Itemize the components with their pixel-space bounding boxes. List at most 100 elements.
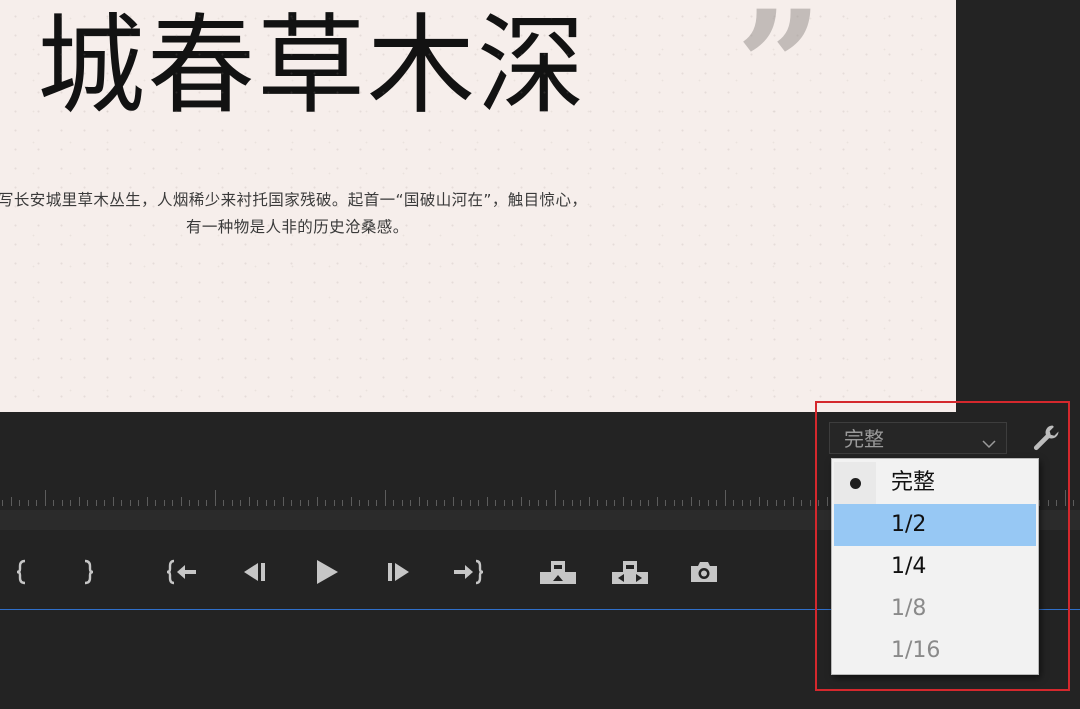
ruler-tick xyxy=(1047,500,1049,506)
resolution-option-label: 1/4 xyxy=(891,554,927,579)
ruler-tick xyxy=(452,497,454,506)
ruler-tick xyxy=(308,500,309,506)
ruler-tick xyxy=(172,500,173,506)
ruler-tick xyxy=(367,500,369,506)
resolution-dropdown-menu: 完整 1/2 1/4 1/8 1/16 xyxy=(831,458,1039,675)
ruler-tick xyxy=(520,497,522,506)
ruler-tick xyxy=(401,500,403,506)
ruler-tick xyxy=(537,500,539,506)
ruler-tick xyxy=(333,500,335,506)
ruler-tick xyxy=(19,500,20,506)
ruler-tick xyxy=(750,500,751,506)
ruler-tick xyxy=(231,500,233,506)
program-monitor-panel: 城春草木深 ” 写长安城里草木丛生，人烟稀少来衬托国家残破。起首一“国破山河在”… xyxy=(0,0,1080,709)
export-frame-button[interactable] xyxy=(684,548,724,596)
ruler-tick xyxy=(435,500,437,506)
ruler-tick xyxy=(656,497,658,506)
ruler-tick xyxy=(818,500,819,506)
ruler-tick xyxy=(359,500,360,506)
ruler-tick xyxy=(95,500,97,506)
ruler-tick xyxy=(588,497,590,506)
lift-button[interactable] xyxy=(536,548,580,596)
wrench-icon[interactable] xyxy=(1030,422,1064,454)
go-to-in-icon xyxy=(165,559,199,585)
ruler-tick xyxy=(724,490,726,506)
play-button[interactable] xyxy=(308,548,344,596)
ruler-tick xyxy=(444,500,445,506)
mark-in-button[interactable] xyxy=(8,548,36,596)
ruler-tick xyxy=(155,500,156,506)
ruler-tick xyxy=(163,500,165,506)
ruler-tick xyxy=(112,497,114,506)
ruler-tick xyxy=(571,500,573,506)
ruler-tick xyxy=(78,497,80,506)
ruler-tick xyxy=(223,500,224,506)
ruler-tick xyxy=(690,497,692,506)
resolution-option-eighth: 1/8 xyxy=(834,588,1036,630)
poem-caption-line-2: 有一种物是人非的历史沧桑感。 xyxy=(186,218,409,236)
ruler-tick xyxy=(418,497,420,506)
ruler-tick xyxy=(197,500,199,506)
resolution-option-half[interactable]: 1/2 xyxy=(834,504,1036,546)
resolution-option-label: 1/8 xyxy=(891,596,927,621)
go-to-in-button[interactable] xyxy=(162,548,202,596)
ruler-tick xyxy=(1073,500,1074,506)
ruler-tick xyxy=(10,497,12,506)
ruler-tick xyxy=(282,497,284,506)
ruler-tick xyxy=(61,500,63,506)
ruler-tick xyxy=(248,497,250,506)
ruler-tick xyxy=(486,497,488,506)
ruler-tick xyxy=(138,500,139,506)
resolution-option-label: 1/2 xyxy=(891,512,927,537)
ruler-tick xyxy=(605,500,607,506)
ruler-tick xyxy=(461,500,462,506)
ruler-tick xyxy=(529,500,530,506)
chevron-down-icon xyxy=(982,434,996,453)
go-to-out-icon xyxy=(451,559,485,585)
ruler-tick xyxy=(274,500,275,506)
go-to-out-button[interactable] xyxy=(448,548,488,596)
ruler-tick xyxy=(214,490,216,506)
ruler-tick xyxy=(36,500,37,506)
ruler-tick xyxy=(316,497,318,506)
playback-resolution-select[interactable]: 完整 xyxy=(829,422,1007,454)
ruler-tick xyxy=(189,500,190,506)
mark-out-button[interactable] xyxy=(74,548,102,596)
ruler-tick xyxy=(809,500,811,506)
ruler-tick xyxy=(121,500,122,506)
ruler-tick xyxy=(563,500,564,506)
resolution-option-full[interactable]: 完整 xyxy=(834,462,1036,504)
step-forward-icon xyxy=(385,561,413,583)
extract-icon xyxy=(610,558,650,586)
ruler-tick xyxy=(639,500,641,506)
video-title-text: 城春草木深 xyxy=(37,4,588,129)
resolution-option-quarter[interactable]: 1/4 xyxy=(834,546,1036,588)
ruler-tick xyxy=(469,500,471,506)
ruler-tick xyxy=(673,500,675,506)
ruler-tick xyxy=(478,500,479,506)
ruler-tick xyxy=(299,500,301,506)
ruler-tick xyxy=(1039,500,1040,506)
ruler-tick xyxy=(53,500,54,506)
ruler-tick xyxy=(1064,490,1066,506)
step-forward-button[interactable] xyxy=(381,548,417,596)
ruler-tick xyxy=(410,500,411,506)
mark-in-icon xyxy=(15,559,29,585)
ruler-tick xyxy=(2,500,3,506)
play-icon xyxy=(312,558,340,586)
ruler-tick xyxy=(733,500,734,506)
resolution-option-label: 1/16 xyxy=(891,638,941,663)
selected-bullet-icon xyxy=(850,478,861,489)
ruler-tick xyxy=(376,500,377,506)
ruler-tick xyxy=(104,500,105,506)
ruler-tick xyxy=(325,500,326,506)
ruler-tick xyxy=(129,500,131,506)
ruler-tick xyxy=(87,500,88,506)
ruler-tick xyxy=(70,500,71,506)
ruler-tick xyxy=(342,500,343,506)
step-back-button[interactable] xyxy=(236,548,272,596)
extract-button[interactable] xyxy=(608,548,652,596)
ruler-tick xyxy=(44,490,46,506)
ruler-tick xyxy=(716,500,717,506)
quote-mark-graphic: ” xyxy=(736,0,823,154)
